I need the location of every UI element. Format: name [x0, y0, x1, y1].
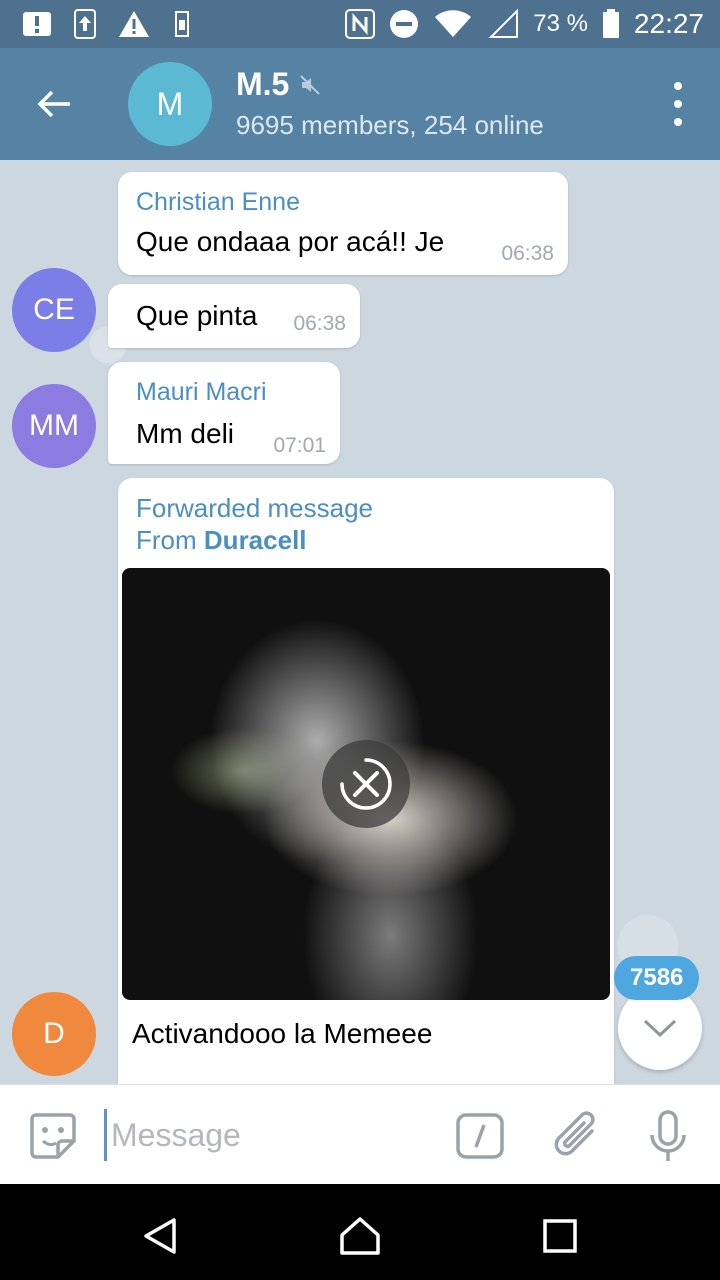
message-text: Que pinta	[136, 300, 258, 331]
message-text: Que ondaaa por acá!! Je	[136, 226, 445, 257]
chat-avatar-initial: M	[156, 85, 184, 122]
forwarded-from-name: Duracell	[203, 525, 307, 555]
more-options-button[interactable]	[666, 82, 690, 126]
voice-record-button[interactable]	[646, 1109, 690, 1165]
microphone-icon	[650, 1110, 686, 1161]
chat-members-status: 9695 members, 254 online	[236, 110, 544, 140]
warning-icon	[118, 8, 150, 40]
nfc-icon	[345, 8, 376, 40]
cell-signal-icon	[487, 8, 519, 40]
chat-title: M.5	[236, 66, 290, 102]
clock: 22:27	[633, 8, 704, 39]
status-bar: 73 % 22:27	[0, 0, 720, 48]
nav-home-button[interactable]	[338, 1214, 382, 1258]
message-bubble[interactable]: Christian Enne Que ondaaa por acá!! Je 0…	[118, 172, 568, 275]
update-icon	[74, 8, 96, 40]
message-bubble[interactable]: Mauri Macri Mm deli 07:01	[108, 362, 340, 464]
battery-icon	[602, 8, 620, 40]
attach-button[interactable]	[552, 1109, 602, 1163]
square-recents-icon	[543, 1219, 577, 1253]
media-caption: Activandooo la Memeee	[132, 1018, 433, 1049]
message-sender: Christian Enne	[136, 188, 300, 216]
avatar[interactable]: D	[12, 992, 96, 1076]
chat-title-container[interactable]: M.5	[236, 66, 321, 103]
message-sender: Mauri Macri	[136, 378, 267, 406]
avatar-initials: D	[43, 1017, 65, 1050]
forwarded-label: Forwarded message	[136, 493, 373, 523]
muted-icon	[300, 74, 321, 95]
paperclip-icon	[554, 1111, 595, 1156]
unread-count-badge: 7586	[614, 956, 700, 1000]
chat-header: M M.5 9695 members, 254 online	[0, 48, 720, 160]
avatar[interactable]: CE	[12, 268, 96, 352]
message-input[interactable]	[104, 1109, 424, 1161]
slash-command-icon	[456, 1113, 504, 1159]
message-time: 07:01	[273, 434, 326, 457]
nav-recents-button[interactable]	[538, 1214, 582, 1258]
back-button[interactable]	[28, 78, 80, 130]
message-text: Mm deli	[136, 418, 235, 449]
do-not-disturb-icon	[389, 8, 419, 40]
avatar-initials: CE	[33, 293, 75, 326]
battery-percent: 73 %	[533, 10, 588, 37]
nav-back-button[interactable]	[138, 1214, 182, 1258]
forwarded-message-bubble[interactable]: Forwarded message From Duracell Activand…	[118, 478, 614, 1084]
forwarded-from[interactable]: From Duracell	[136, 524, 307, 556]
more-vert-icon	[674, 82, 682, 90]
notification-alert-icon	[22, 8, 52, 40]
emoji-sticker-button[interactable]	[28, 1111, 78, 1161]
message-time: 06:38	[293, 312, 346, 335]
avatar[interactable]: MM	[12, 384, 96, 468]
wifi-icon	[433, 8, 473, 40]
triangle-back-icon	[144, 1218, 176, 1254]
message-time: 06:38	[501, 242, 554, 265]
chevron-down-icon	[643, 1019, 677, 1038]
cancel-download-button[interactable]	[322, 740, 410, 828]
video-media[interactable]	[122, 568, 610, 1000]
message-bubble[interactable]: Que pinta 06:38	[108, 284, 360, 348]
bot-command-button[interactable]	[456, 1113, 504, 1159]
navigation-bar	[0, 1184, 720, 1280]
forwarded-from-prefix: From	[136, 525, 197, 555]
avatar-initials: MM	[29, 409, 79, 442]
chat-area[interactable]: Christian Enne Que ondaaa por acá!! Je 0…	[0, 160, 720, 1084]
close-icon	[340, 758, 392, 810]
arrow-left-icon	[37, 90, 70, 118]
sticker-icon	[30, 1113, 76, 1159]
sim-icon	[172, 8, 192, 40]
message-input-bar	[0, 1084, 720, 1184]
home-icon	[340, 1217, 380, 1255]
chat-avatar[interactable]: M	[128, 62, 212, 146]
